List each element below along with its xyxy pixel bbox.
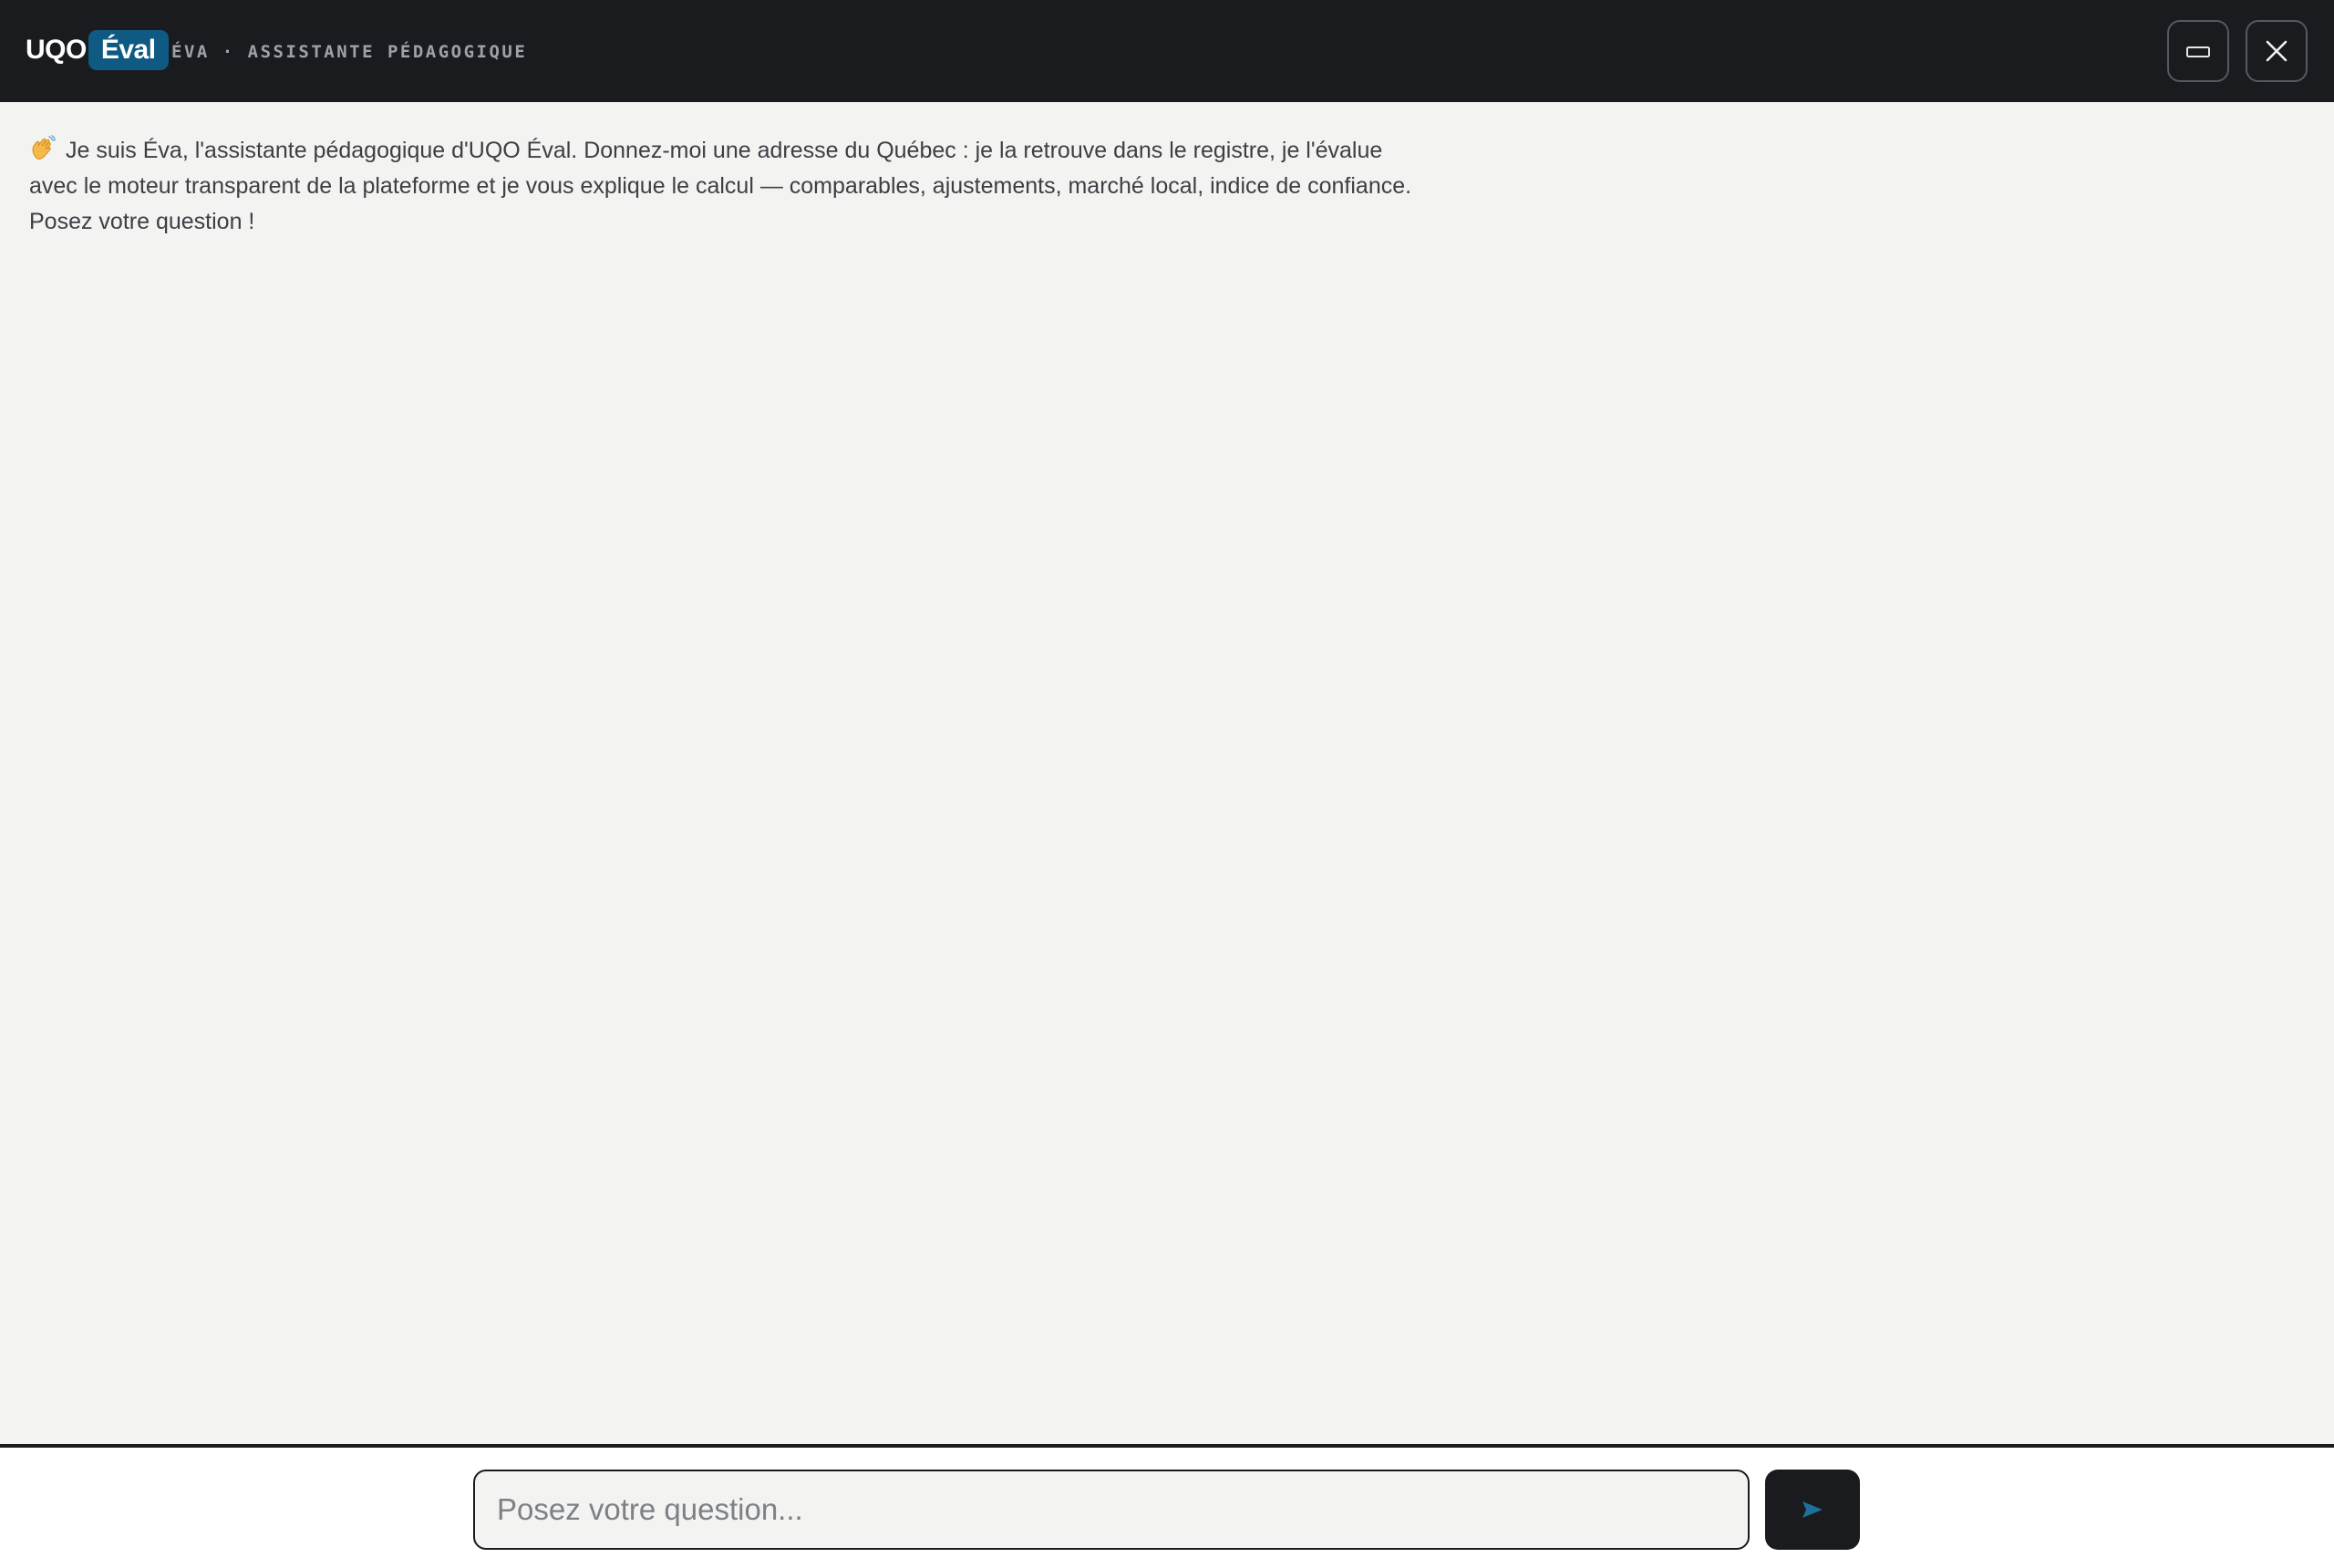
close-button[interactable] [2246,20,2308,82]
assistant-message-text: Je suis Éva, l'assistante pédagogique d'… [29,138,1412,234]
logo-badge: Éval [88,30,169,70]
logo: UQO Éval [26,28,169,72]
close-icon [2266,40,2288,62]
header-subtitle: ÉVA · ASSISTANTE PÉDAGOGIQUE [171,42,528,62]
send-button[interactable] [1765,1470,1860,1550]
waving-hand-icon [32,135,56,160]
chat-area[interactable]: Je suis Éva, l'assistante pédagogique d'… [0,102,2334,1444]
logo-text: UQO [26,35,87,65]
app-header: UQO Éval ÉVA · ASSISTANTE PÉDAGOGIQUE [0,0,2334,102]
send-arrow-icon [1802,1501,1823,1518]
minimize-button[interactable] [2167,20,2229,82]
assistant-message: Je suis Éva, l'assistante pédagogique d'… [29,133,1415,240]
question-input[interactable] [473,1470,1750,1550]
composer-bar [0,1444,2334,1568]
minimize-icon [2186,46,2210,57]
